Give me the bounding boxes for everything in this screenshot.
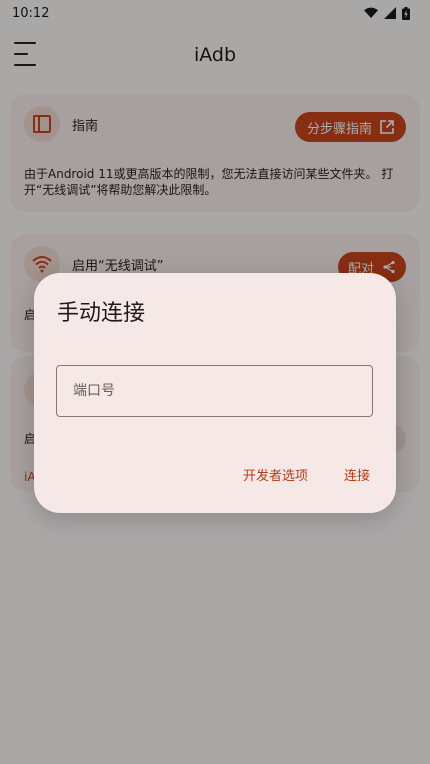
dialog-title: 手动连接 [57,301,146,326]
manual-connect-dialog: 手动连接 开发者选项 连接 [34,273,396,513]
dialog-actions: 开发者选项 连接 [243,465,370,484]
connect-button[interactable]: 连接 [344,465,370,484]
port-input[interactable] [56,365,373,417]
developer-options-button[interactable]: 开发者选项 [243,465,308,484]
